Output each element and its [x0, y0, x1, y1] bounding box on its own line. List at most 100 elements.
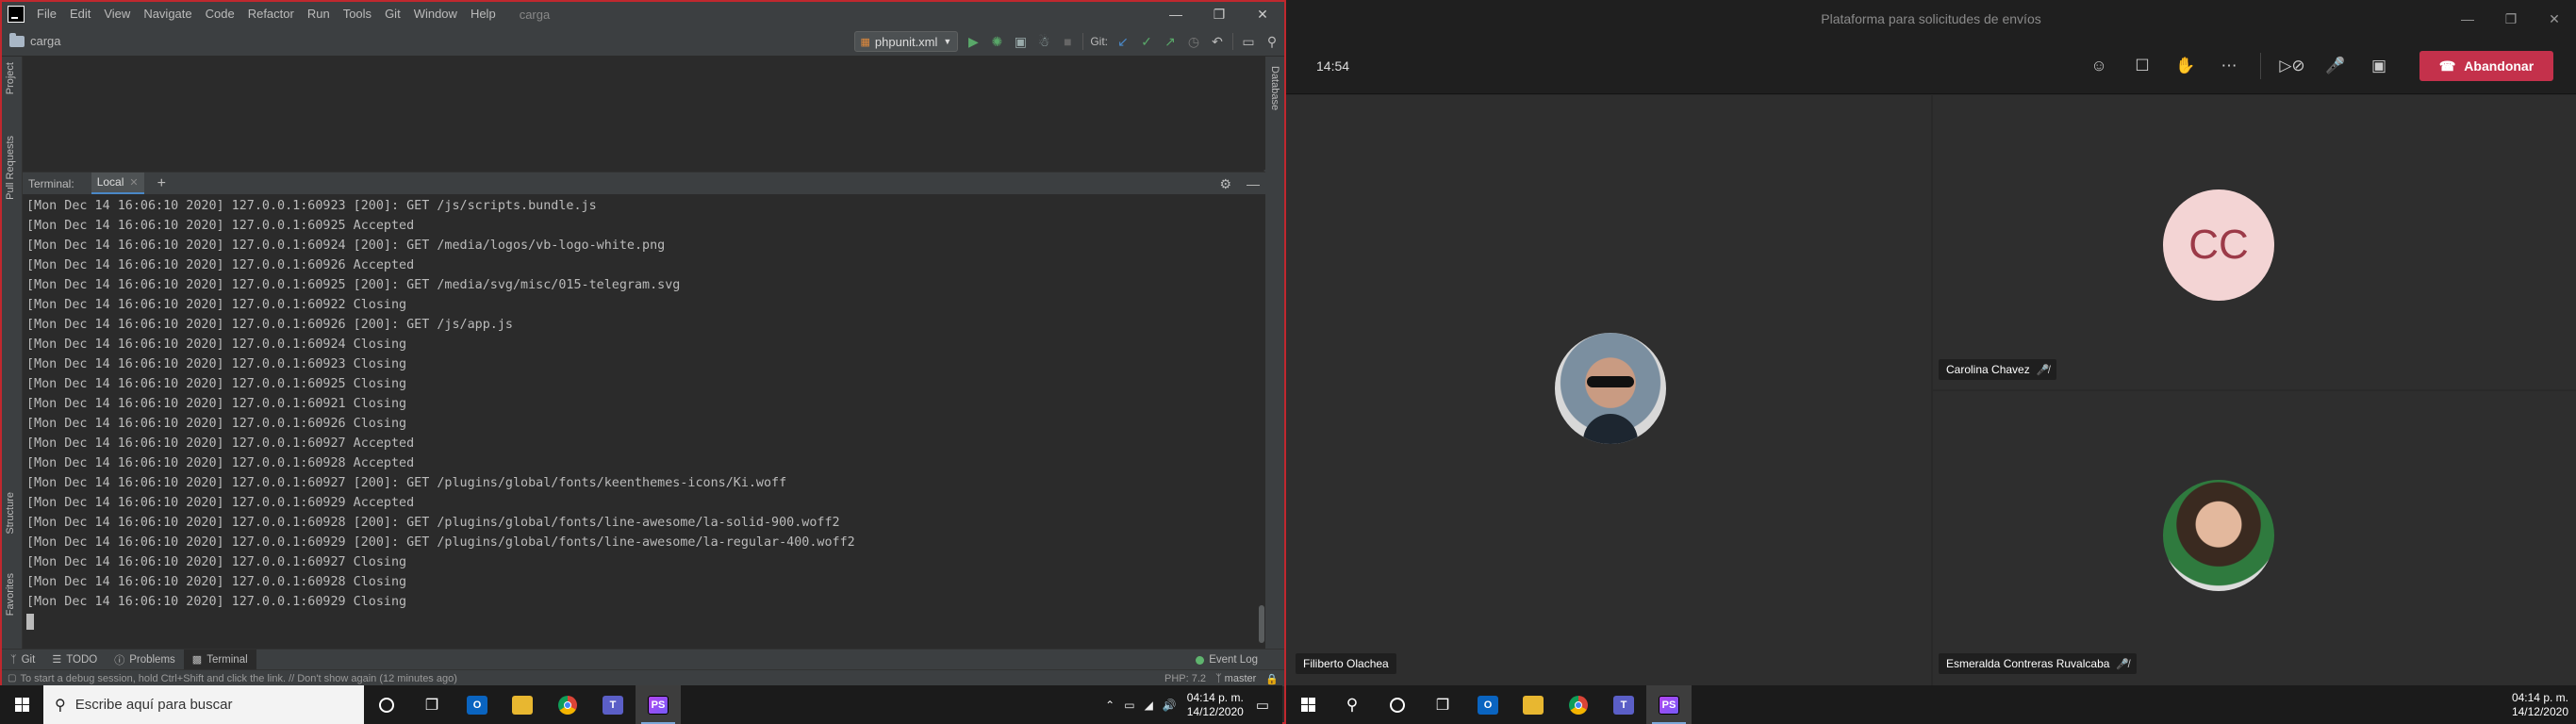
close-tab-icon[interactable]: ✕: [129, 176, 138, 189]
participant-tile-esmeralda[interactable]: Esmeralda Contreras Ruvalcaba 🎤̸: [1933, 391, 2576, 685]
taskbar-search[interactable]: ⚲ Escribe aquí para buscar: [43, 685, 364, 724]
wifi-icon[interactable]: ◢: [1145, 699, 1153, 712]
taskbar-outlook[interactable]: O: [1465, 685, 1511, 724]
phpstorm-logo-icon[interactable]: [8, 6, 25, 23]
tool-tab-pull-requests[interactable]: Pull Requests: [5, 136, 16, 200]
terminal-output[interactable]: [Mon Dec 14 16:06:10 2020] 127.0.0.1:609…: [23, 194, 1258, 649]
terminal-tab-local[interactable]: Local ✕: [91, 172, 144, 195]
new-terminal-icon[interactable]: +: [157, 175, 166, 192]
restore-icon[interactable]: ❐: [1197, 2, 1241, 26]
php-version[interactable]: PHP: 7.2: [1164, 673, 1206, 684]
taskbar-teams[interactable]: T: [590, 685, 636, 724]
menu-code[interactable]: Code: [199, 2, 241, 26]
cortana-button[interactable]: [364, 685, 409, 724]
close-icon[interactable]: ✕: [1241, 2, 1284, 26]
taskbar-outlook[interactable]: O: [454, 685, 500, 724]
search-button[interactable]: ⚲: [1329, 685, 1375, 724]
chevron-up-icon[interactable]: ⌃: [1105, 699, 1115, 712]
search-icon[interactable]: ⚲: [1263, 33, 1280, 50]
history-icon[interactable]: ◷: [1185, 33, 1202, 50]
task-view-button[interactable]: ❐: [1420, 685, 1465, 724]
menu-refactor[interactable]: Refactor: [241, 2, 301, 26]
participants-icon[interactable]: ☺: [2077, 38, 2121, 94]
git-update-icon[interactable]: ↙: [1115, 33, 1131, 50]
status-message[interactable]: To start a debug session, hold Ctrl+Shif…: [20, 673, 456, 684]
menu-file[interactable]: File: [30, 2, 63, 26]
tool-tab-structure[interactable]: Structure: [5, 492, 16, 535]
share-screen-icon[interactable]: ▣: [2357, 38, 2401, 94]
taskbar-chrome[interactable]: [1556, 685, 1601, 724]
minimize-icon[interactable]: —: [2446, 0, 2489, 38]
minimize-icon[interactable]: —: [1154, 2, 1197, 26]
tool-tab-database[interactable]: Database: [1269, 66, 1280, 110]
tab-todo[interactable]: ☰ TODO: [43, 650, 106, 670]
tab-problems[interactable]: ⓘ Problems: [106, 650, 184, 670]
close-icon[interactable]: ✕: [2533, 0, 2576, 38]
menu-window[interactable]: Window: [407, 2, 464, 26]
window-project-name: carga: [519, 7, 551, 22]
taskbar-phpstorm[interactable]: PS: [1646, 685, 1692, 724]
participant-name: Esmeralda Contreras Ruvalcaba: [1946, 657, 2110, 670]
battery-icon[interactable]: ▭: [1124, 699, 1134, 712]
restore-icon[interactable]: ❐: [2489, 0, 2533, 38]
participant-tile-carolina[interactable]: CC Carolina Chavez 🎤̸: [1933, 95, 2576, 389]
tab-terminal[interactable]: ▩ Terminal: [183, 649, 256, 670]
coverage-icon[interactable]: ▣: [1012, 33, 1029, 50]
raise-hand-icon[interactable]: ✋: [2164, 38, 2207, 94]
menu-run[interactable]: Run: [301, 2, 337, 26]
clock[interactable]: 04:14 p. m. 14/12/2020: [2512, 691, 2568, 719]
tool-tab-favorites[interactable]: Favorites: [5, 573, 16, 616]
git-branch[interactable]: master: [1225, 673, 1257, 684]
taskbar-phpstorm[interactable]: PS: [636, 685, 681, 724]
tab-git[interactable]: ᛉ Git: [2, 650, 43, 670]
editor-area[interactable]: [23, 57, 1265, 170]
cortana-button[interactable]: [1375, 685, 1420, 724]
start-button[interactable]: [0, 685, 43, 724]
event-log-button[interactable]: Event Log: [1196, 650, 1258, 670]
breadcrumb[interactable]: carga: [9, 32, 61, 48]
taskbar-chrome[interactable]: [545, 685, 590, 724]
menu-view[interactable]: View: [97, 2, 137, 26]
menu-git[interactable]: Git: [378, 2, 407, 26]
notifications-icon[interactable]: ▭: [1256, 697, 1269, 714]
volume-icon[interactable]: 🔊: [1163, 699, 1177, 712]
mic-muted-icon: 🎤̸: [2116, 658, 2130, 670]
presentation-icon[interactable]: ▭: [1240, 33, 1257, 50]
left-tool-stripe: Project Pull Requests Structure Favorite…: [2, 57, 23, 650]
git-commit-icon[interactable]: ✓: [1138, 33, 1155, 50]
taskbar-explorer[interactable]: [1511, 685, 1556, 724]
more-options-icon[interactable]: ⋯: [2207, 38, 2251, 94]
hide-panel-icon[interactable]: —: [1247, 176, 1260, 191]
taskbar-teams[interactable]: T: [1601, 685, 1646, 724]
rollback-icon[interactable]: ↶: [1209, 33, 1226, 50]
taskbar-explorer[interactable]: [500, 685, 545, 724]
terminal-line: [Mon Dec 14 16:06:10 2020] 127.0.0.1:609…: [26, 476, 787, 490]
run-icon[interactable]: ▶: [965, 33, 982, 50]
leave-call-button[interactable]: ☎ Abandonar: [2419, 51, 2553, 81]
breadcrumb-project[interactable]: carga: [30, 34, 61, 48]
terminal-scrollbar[interactable]: [1258, 194, 1265, 649]
tool-tab-project[interactable]: Project: [5, 62, 16, 94]
settings-icon[interactable]: ⚙: [1219, 176, 1231, 192]
menu-navigate[interactable]: Navigate: [137, 2, 198, 26]
debug-icon[interactable]: ✺: [988, 33, 1005, 50]
run-config-dropdown[interactable]: ▦ phpunit.xml ▼: [853, 31, 959, 52]
start-button[interactable]: [1286, 685, 1329, 724]
stop-icon[interactable]: ■: [1059, 33, 1076, 50]
tab-git-label: Git: [21, 653, 36, 666]
menu-help[interactable]: Help: [464, 2, 503, 26]
lock-icon[interactable]: 🔒: [1265, 673, 1279, 685]
profile-icon[interactable]: ☃: [1035, 33, 1052, 50]
participant-tile-filiberto[interactable]: Filiberto Olachea: [1286, 95, 1931, 685]
task-view-button[interactable]: ❐: [409, 685, 454, 724]
camera-off-icon[interactable]: ▷⊘: [2271, 38, 2314, 94]
layout-icon[interactable]: ▢: [8, 673, 16, 683]
git-push-icon[interactable]: ↗: [1162, 33, 1179, 50]
clock[interactable]: 04:14 p. m. 14/12/2020: [1187, 691, 1244, 719]
scrollbar-thumb[interactable]: [1259, 605, 1264, 643]
system-tray-right: 04:14 p. m. 14/12/2020: [2506, 685, 2576, 724]
chat-icon[interactable]: ☐: [2121, 38, 2164, 94]
microphone-icon[interactable]: 🎤: [2314, 38, 2357, 94]
menu-tools[interactable]: Tools: [337, 2, 378, 26]
menu-edit[interactable]: Edit: [63, 2, 97, 26]
